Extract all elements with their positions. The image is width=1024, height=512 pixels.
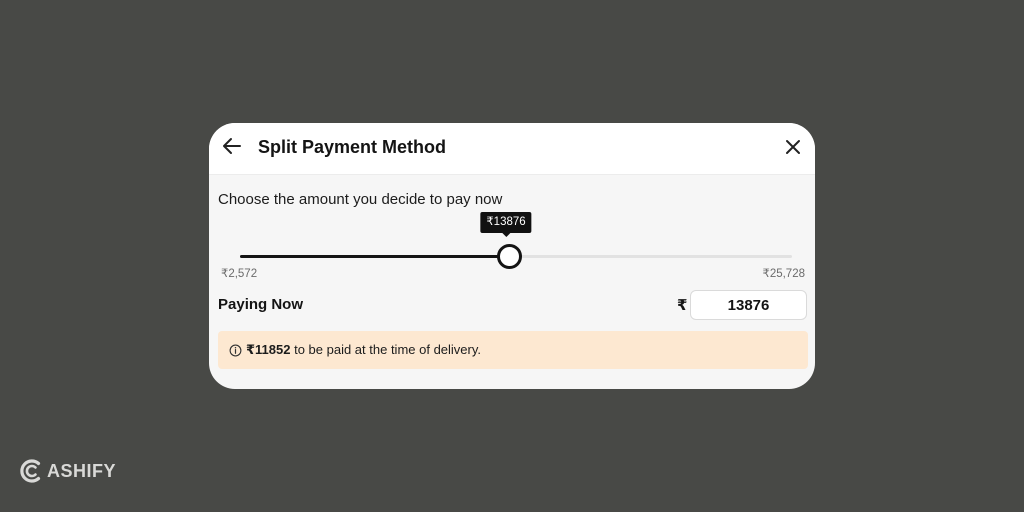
- close-button[interactable]: [781, 135, 805, 159]
- rupee-symbol: ₹: [677, 297, 688, 314]
- info-icon: [229, 344, 242, 357]
- notice-text: ₹11852 to be paid at the time of deliver…: [246, 342, 481, 358]
- amount-prompt: Choose the amount you decide to pay now: [218, 191, 503, 208]
- arrow-left-icon: [223, 138, 241, 154]
- cashify-logo-icon: [20, 459, 41, 483]
- back-button[interactable]: [219, 134, 245, 158]
- delivery-payment-notice: ₹11852 to be paid at the time of deliver…: [218, 331, 808, 369]
- slider-thumb[interactable]: [497, 244, 522, 269]
- close-icon: [786, 140, 800, 154]
- slider-min-label: ₹2,572: [221, 268, 258, 280]
- logo-wordmark: ASHIFY: [47, 461, 117, 481]
- dialog-header: Split Payment Method: [209, 123, 815, 175]
- paying-now-amount-input[interactable]: [690, 290, 807, 320]
- paying-now-label: Paying Now: [218, 296, 304, 313]
- notice-message: to be paid at the time of delivery.: [290, 342, 482, 357]
- slider-max-label: ₹25,728: [762, 268, 806, 280]
- split-payment-dialog: Split Payment Method Choose the amount y…: [209, 123, 815, 389]
- slider-value-tooltip: ₹13876: [480, 212, 532, 237]
- payment-amount-slider[interactable]: ₹13876: [240, 212, 792, 271]
- dialog-title: Split Payment Method: [258, 137, 447, 157]
- page-background: Split Payment Method Choose the amount y…: [0, 0, 1024, 512]
- slider-fill: [240, 255, 509, 258]
- remaining-amount: ₹11852: [246, 342, 291, 357]
